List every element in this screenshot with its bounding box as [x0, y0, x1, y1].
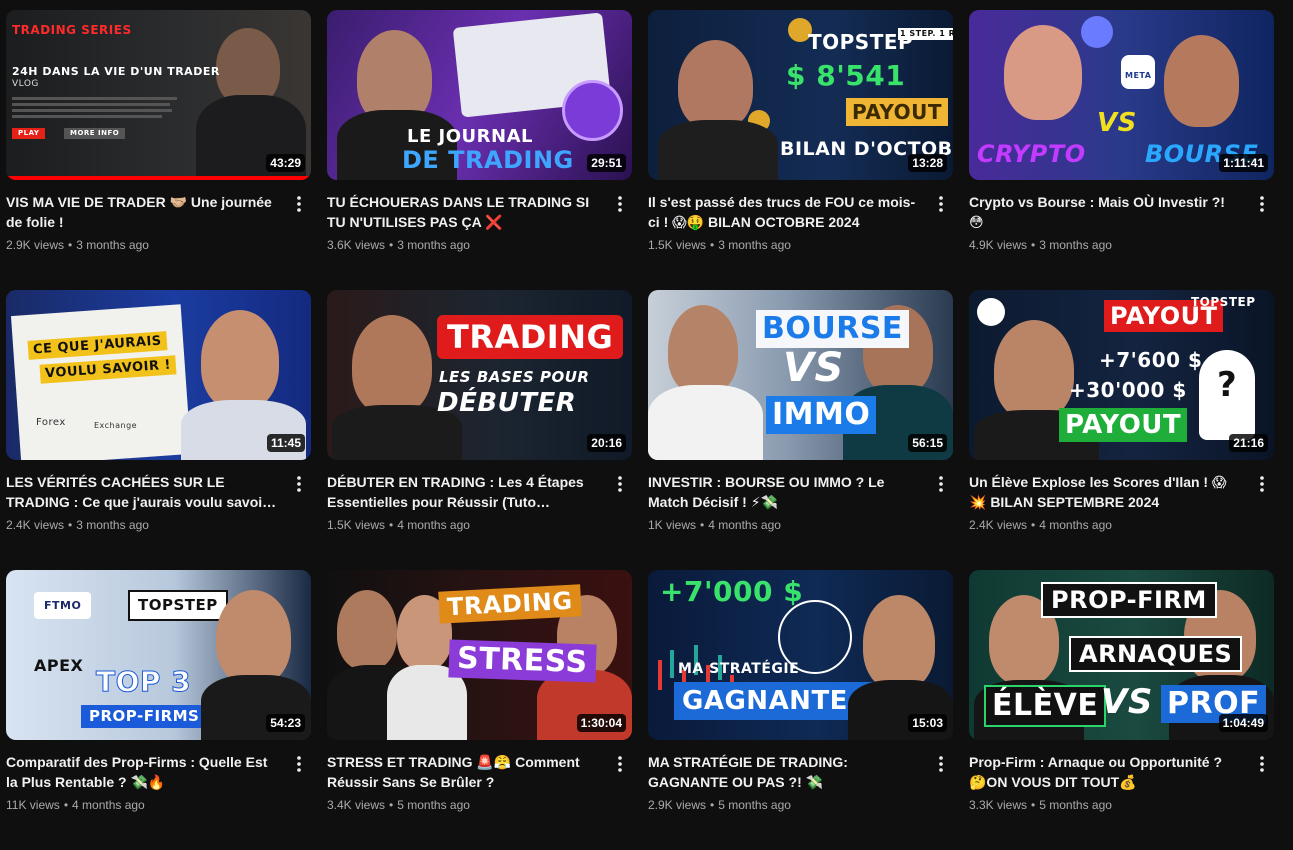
video-stats: 1.5K views • 3 months ago	[648, 238, 791, 252]
view-count: 2.4K views	[6, 518, 65, 532]
video-card: TRADING STRESS 1:30:04 STRESS ET TRADING…	[327, 570, 632, 850]
view-count: 11K views	[6, 798, 60, 812]
more-vert-icon[interactable]	[929, 192, 953, 216]
duration-badge: 11:45	[266, 434, 305, 452]
more-vert-icon[interactable]	[608, 752, 632, 776]
video-card: TRADING SERIES 24H DANS LA VIE D'UN TRAD…	[6, 10, 311, 290]
view-count: 1.5K views	[648, 238, 707, 252]
video-thumbnail[interactable]: Meta CRYPTO VS BOURSE 1:11:41	[969, 10, 1274, 180]
video-card: +7'000 $ MA STRATÉGIE GAGNANTE ?! 15:03 …	[648, 570, 953, 850]
duration-badge: 21:16	[1229, 434, 1268, 452]
view-count: 2.4K views	[969, 518, 1028, 532]
more-vert-icon[interactable]	[1250, 192, 1274, 216]
video-thumbnail[interactable]: BOURSE VS IMMO 56:15	[648, 290, 953, 460]
video-title[interactable]: MA STRATÉGIE DE TRADING: GAGNANTE OU PAS…	[648, 752, 921, 792]
more-vert-icon[interactable]	[929, 752, 953, 776]
video-stats: 2.9K views • 3 months ago	[6, 238, 149, 252]
video-card: ? PAYOUT TOPSTEP +7'600 $ +30'000 $ PAYO…	[969, 290, 1274, 570]
video-thumbnail[interactable]: TOPSTEP 1 STEP. 1 RULE. $ 8'541 PAYOUT B…	[648, 10, 953, 180]
duration-badge: 1:30:04	[576, 714, 626, 732]
video-thumbnail[interactable]: TRADING LES BASES POUR DÉBUTER 20:16	[327, 290, 632, 460]
video-card: BOURSE VS IMMO 56:15 INVESTIR : BOURSE O…	[648, 290, 953, 570]
video-title[interactable]: Prop-Firm : Arnaque ou Opportunité ? 🤔ON…	[969, 752, 1242, 792]
duration-badge: 13:28	[908, 154, 947, 172]
video-stats: 4.9K views • 3 months ago	[969, 238, 1112, 252]
upload-age: 4 months ago	[72, 798, 145, 812]
upload-age: 4 months ago	[397, 518, 470, 532]
duration-badge: 1:11:41	[1219, 154, 1268, 172]
watch-progress	[6, 176, 311, 180]
duration-badge: 20:16	[587, 434, 626, 452]
video-title[interactable]: Un Élève Explose les Scores d'Ilan ! 😱💥 …	[969, 472, 1242, 512]
view-count: 1K views	[648, 518, 697, 532]
view-count: 2.9K views	[6, 238, 65, 252]
upload-age: 5 months ago	[1039, 798, 1112, 812]
duration-badge: 54:23	[266, 714, 305, 732]
video-thumbnail[interactable]: TRADING STRESS 1:30:04	[327, 570, 632, 740]
view-count: 3.6K views	[327, 238, 386, 252]
more-vert-icon[interactable]	[287, 472, 311, 496]
video-card: PROP-FIRM ARNAQUES ÉLÈVE VS PROF 1:04:49…	[969, 570, 1274, 850]
more-vert-icon[interactable]	[608, 472, 632, 496]
video-stats: 1K views • 4 months ago	[648, 518, 781, 532]
video-title[interactable]: VIS MA VIE DE TRADER 🤝🏼 Une journée de f…	[6, 192, 279, 232]
video-thumbnail[interactable]: CE QUE J'AURAIS VOULU SAVOIR ! Forex Exc…	[6, 290, 311, 460]
upload-age: 4 months ago	[708, 518, 781, 532]
video-thumbnail[interactable]: LE JOURNAL DE TRADING 29:51	[327, 10, 632, 180]
video-stats: 2.9K views • 5 months ago	[648, 798, 791, 812]
video-title[interactable]: INVESTIR : BOURSE OU IMMO ? Le Match Déc…	[648, 472, 921, 512]
video-card: Meta CRYPTO VS BOURSE 1:11:41 Crypto vs …	[969, 10, 1274, 290]
upload-age: 3 months ago	[76, 518, 149, 532]
video-card: FTMO TOPSTEP APEX TOP 3 PROP-FIRMS 54:23…	[6, 570, 311, 850]
duration-badge: 15:03	[908, 714, 947, 732]
video-grid: TRADING SERIES 24H DANS LA VIE D'UN TRAD…	[6, 10, 1274, 850]
duration-badge: 29:51	[587, 154, 626, 172]
view-count: 2.9K views	[648, 798, 707, 812]
video-thumbnail[interactable]: +7'000 $ MA STRATÉGIE GAGNANTE ?! 15:03	[648, 570, 953, 740]
view-count: 3.3K views	[969, 798, 1028, 812]
duration-badge: 43:29	[266, 154, 305, 172]
video-stats: 3.6K views • 3 months ago	[327, 238, 470, 252]
upload-age: 3 months ago	[1039, 238, 1112, 252]
video-stats: 2.4K views • 3 months ago	[6, 518, 149, 532]
video-title[interactable]: LES VÉRITÉS CACHÉES SUR LE TRADING : Ce …	[6, 472, 279, 512]
video-title[interactable]: DÉBUTER EN TRADING : Les 4 Étapes Essent…	[327, 472, 600, 512]
more-vert-icon[interactable]	[287, 192, 311, 216]
upload-age: 5 months ago	[718, 798, 791, 812]
video-title[interactable]: Il s'est passé des trucs de FOU ce mois-…	[648, 192, 921, 232]
video-card: TRADING LES BASES POUR DÉBUTER 20:16 DÉB…	[327, 290, 632, 570]
more-vert-icon[interactable]	[929, 472, 953, 496]
watch-progress-fill	[6, 176, 311, 180]
video-stats: 3.4K views • 5 months ago	[327, 798, 470, 812]
duration-badge: 56:15	[908, 434, 947, 452]
video-thumbnail[interactable]: FTMO TOPSTEP APEX TOP 3 PROP-FIRMS 54:23	[6, 570, 311, 740]
video-stats: 2.4K views • 4 months ago	[969, 518, 1112, 532]
upload-age: 5 months ago	[397, 798, 470, 812]
video-stats: 1.5K views • 4 months ago	[327, 518, 470, 532]
upload-age: 4 months ago	[1039, 518, 1112, 532]
video-thumbnail[interactable]: ? PAYOUT TOPSTEP +7'600 $ +30'000 $ PAYO…	[969, 290, 1274, 460]
duration-badge: 1:04:49	[1218, 714, 1268, 732]
video-card: TOPSTEP 1 STEP. 1 RULE. $ 8'541 PAYOUT B…	[648, 10, 953, 290]
upload-age: 3 months ago	[76, 238, 149, 252]
view-count: 3.4K views	[327, 798, 386, 812]
video-thumbnail[interactable]: TRADING SERIES 24H DANS LA VIE D'UN TRAD…	[6, 10, 311, 180]
video-stats: 3.3K views • 5 months ago	[969, 798, 1112, 812]
more-vert-icon[interactable]	[1250, 472, 1274, 496]
video-stats: 11K views • 4 months ago	[6, 798, 145, 812]
view-count: 4.9K views	[969, 238, 1028, 252]
more-vert-icon[interactable]	[1250, 752, 1274, 776]
upload-age: 3 months ago	[397, 238, 470, 252]
upload-age: 3 months ago	[718, 238, 791, 252]
video-card: CE QUE J'AURAIS VOULU SAVOIR ! Forex Exc…	[6, 290, 311, 570]
view-count: 1.5K views	[327, 518, 386, 532]
video-title[interactable]: Crypto vs Bourse : Mais OÙ Investir ?! 😳	[969, 192, 1242, 232]
video-card: LE JOURNAL DE TRADING 29:51 TU ÉCHOUERAS…	[327, 10, 632, 290]
video-title[interactable]: Comparatif des Prop-Firms : Quelle Est l…	[6, 752, 279, 792]
video-title[interactable]: STRESS ET TRADING 🚨😤 Comment Réussir San…	[327, 752, 600, 792]
more-vert-icon[interactable]	[287, 752, 311, 776]
video-thumbnail[interactable]: PROP-FIRM ARNAQUES ÉLÈVE VS PROF 1:04:49	[969, 570, 1274, 740]
video-title[interactable]: TU ÉCHOUERAS DANS LE TRADING SI TU N'UTI…	[327, 192, 600, 232]
more-vert-icon[interactable]	[608, 192, 632, 216]
